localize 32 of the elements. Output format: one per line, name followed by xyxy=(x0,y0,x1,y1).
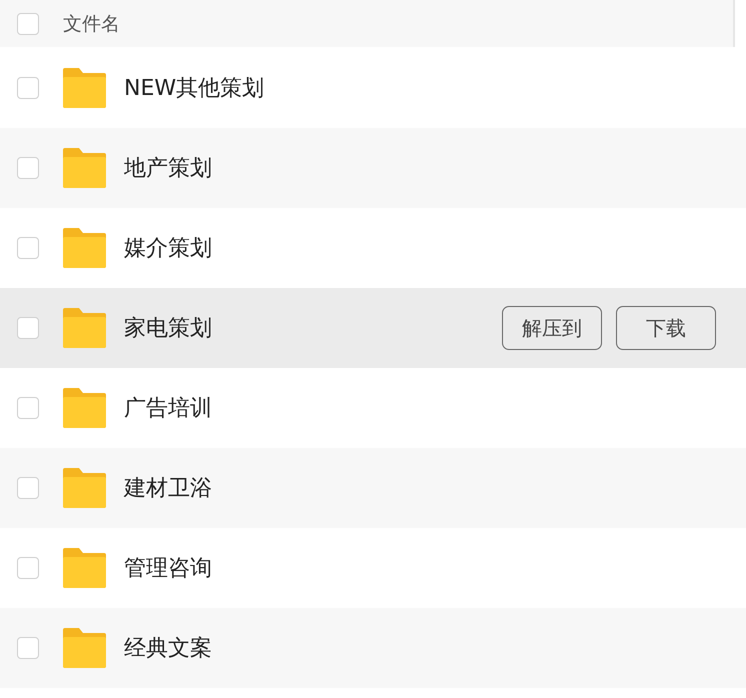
folder-icon xyxy=(63,388,106,428)
extract-button[interactable]: 解压到 xyxy=(502,306,602,350)
file-row[interactable]: 经典文案 xyxy=(0,608,746,688)
folder-icon xyxy=(63,308,106,348)
file-name[interactable]: 广告培训 xyxy=(124,393,212,423)
file-name[interactable]: 经典文案 xyxy=(124,633,212,663)
file-row[interactable]: 地产策划 xyxy=(0,128,746,208)
file-name[interactable]: NEW其他策划 xyxy=(124,73,264,103)
file-name[interactable]: 建材卫浴 xyxy=(124,473,212,503)
checkbox[interactable] xyxy=(17,157,39,179)
download-button[interactable]: 下载 xyxy=(616,306,716,350)
folder-icon xyxy=(63,148,106,188)
file-name[interactable]: 地产策划 xyxy=(124,153,212,183)
checkbox[interactable] xyxy=(17,637,39,659)
checkbox[interactable] xyxy=(17,237,39,259)
folder-icon xyxy=(63,68,106,108)
folder-icon xyxy=(63,468,106,508)
checkbox[interactable] xyxy=(17,397,39,419)
checkbox[interactable] xyxy=(17,557,39,579)
column-header[interactable]: 文件名 xyxy=(63,10,120,36)
folder-icon xyxy=(63,628,106,668)
file-name[interactable]: 媒介策划 xyxy=(124,233,212,263)
folder-icon xyxy=(63,548,106,588)
file-row[interactable]: 建材卫浴 xyxy=(0,448,746,528)
folder-icon xyxy=(63,228,106,268)
file-name[interactable]: 家电策划 xyxy=(124,313,212,343)
checkbox[interactable] xyxy=(17,477,39,499)
file-row[interactable]: 家电策划 解压到 下载 xyxy=(0,288,746,368)
checkbox[interactable] xyxy=(17,12,39,34)
checkbox[interactable] xyxy=(17,317,39,339)
checkbox[interactable] xyxy=(17,77,39,99)
file-name[interactable]: 管理咨询 xyxy=(124,553,212,583)
